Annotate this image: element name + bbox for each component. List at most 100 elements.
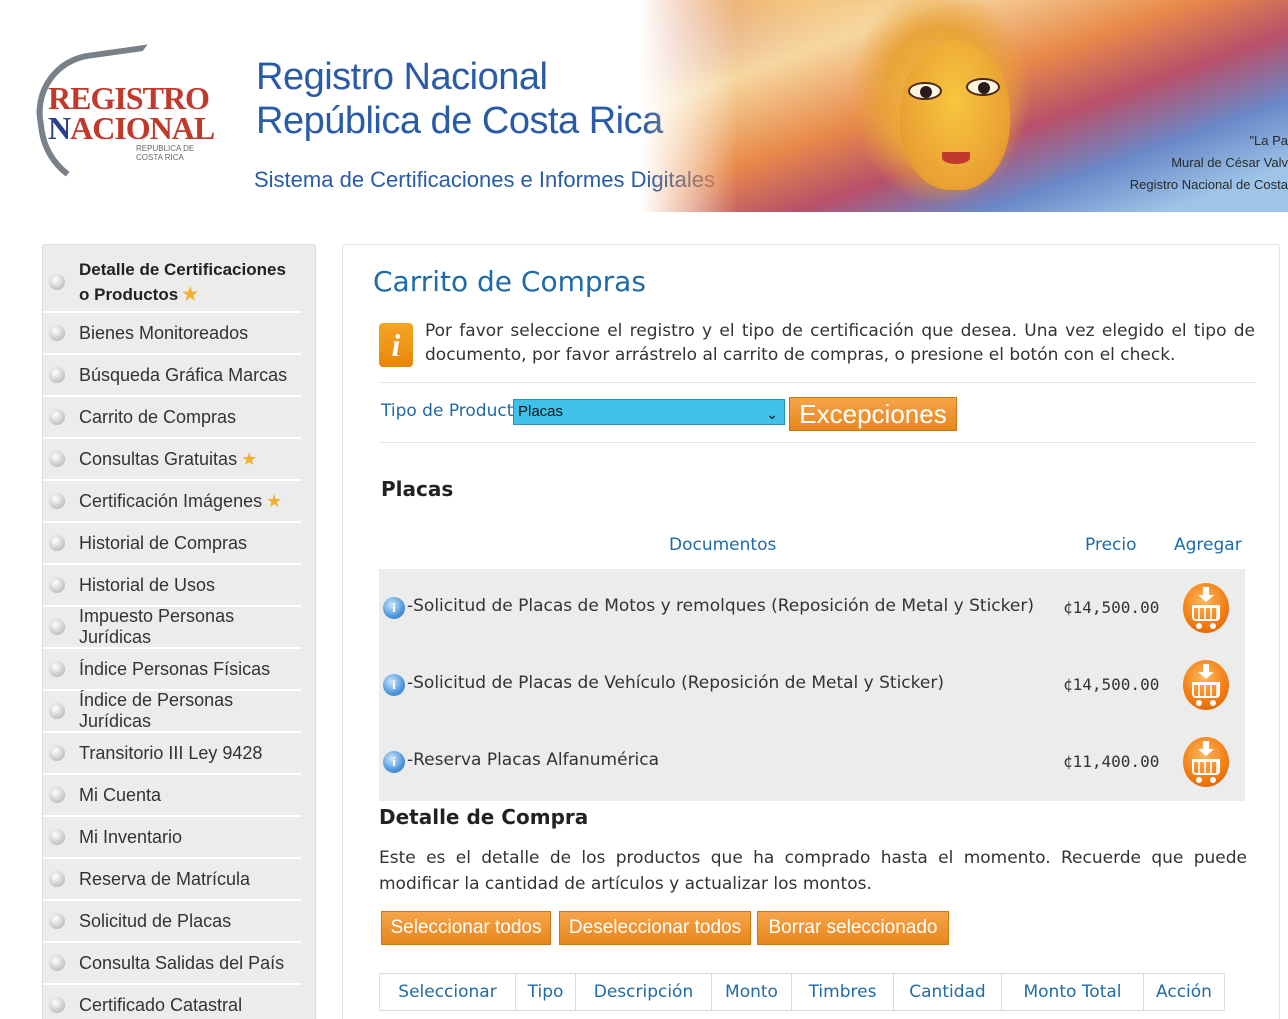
bullet-icon [49,955,65,971]
column-header-monto-total[interactable]: Monto Total [1002,974,1144,1010]
document-price: ¢14,500.00 [1063,598,1160,617]
sidebar-item-label: Detalle de Certificaciones o Productos ★ [79,259,286,304]
document-price: ¢14,500.00 [1063,675,1160,694]
sidebar-item-impuesto-personas-juridicas[interactable]: Impuesto Personas Jurídicas [43,606,301,649]
column-header-tipo[interactable]: Tipo [516,974,576,1010]
product-filter-row: Tipo de Producto Placas ⌄ Excepciones [379,395,1255,443]
purchase-detail-text: Este es el detalle de los productos que … [379,848,1247,894]
bullet-icon [49,829,65,845]
select-all-button[interactable]: Seleccionar todos [381,911,551,945]
sidebar-item-certificado-catastral[interactable]: Certificado Catastral [43,985,301,1019]
sidebar-item-mi-inventario[interactable]: Mi Inventario [43,817,301,859]
star-icon: ★ [266,490,283,511]
sidebar-item-transitorio-ley[interactable]: Transitorio III Ley 9428 [43,733,301,775]
sidebar-item-busqueda-grafica-marcas[interactable]: Búsqueda Gráfica Marcas [43,355,301,397]
column-header-accion[interactable]: Acción [1144,974,1224,1010]
sidebar-item-label: Impuesto Personas Jurídicas [79,606,235,647]
table-row: i -Solicitud de Placas de Motos y remolq… [379,569,1245,646]
sidebar-item-label: Mi Inventario [79,826,183,847]
section-title-placas: Placas [381,477,454,501]
documents-header: Documentos Precio Agregar [379,535,1245,565]
column-header-descripcion[interactable]: Descripción [576,974,712,1010]
sidebar-item-label: Mi Cuenta [79,784,162,805]
site-header: REGISTRO NACIONAL REPUBLICA DE COSTA RICA… [0,0,1288,212]
bullet-icon [49,787,65,803]
excepciones-button[interactable]: Excepciones [789,397,957,431]
bullet-icon [49,409,65,425]
sidebar-item-certificacion-imagenes[interactable]: Certificación Imágenes ★ [43,481,301,523]
sidebar-item-label: Historial de Usos [79,574,216,595]
bullet-icon [49,913,65,929]
bullet-icon [49,451,65,467]
sidebar-item-historial-usos[interactable]: Historial de Usos [43,565,301,607]
sidebar-item-label: Índice Personas Físicas [79,658,271,679]
bullet-icon [49,367,65,383]
sidebar-item-label: Certificado Catastral [79,994,243,1015]
site-title: Registro Nacional República de Costa Ric… [256,56,663,142]
info-icon: i [379,323,413,367]
sidebar-item-historial-compras[interactable]: Historial de Compras [43,523,301,565]
bullet-icon [49,325,65,341]
info-circle-icon[interactable]: i [383,597,405,619]
sidebar-item-label: Consultas Gratuitas [79,448,238,469]
sidebar-item-indice-personas-juridicas[interactable]: Índice de Personas Jurídicas [43,690,301,733]
price-column-header: Precio [1085,535,1137,555]
product-type-select[interactable]: Placas ⌄ [513,399,785,425]
deselect-all-button[interactable]: Deseleccionar todos [559,911,751,945]
delete-selected-button[interactable]: Borrar seleccionado [757,911,949,945]
documents-column-header: Documentos [669,535,777,555]
bullet-icon [49,661,65,677]
star-icon: ★ [241,448,258,469]
sidebar-item-label: Bienes Monitoreados [79,322,249,343]
sidebar-item-label: Índice de Personas Jurídicas [79,690,234,731]
bullet-icon [49,493,65,509]
info-circle-icon[interactable]: i [383,674,405,696]
page-title: Carrito de Compras [373,265,646,298]
sidebar-item-consultas-gratuitas[interactable]: Consultas Gratuitas ★ [43,439,301,481]
sidebar-item-label: Certificación Imágenes [79,490,263,511]
column-header-monto[interactable]: Monto [712,974,792,1010]
sidebar-item-solicitud-placas[interactable]: Solicitud de Placas [43,901,301,943]
column-header-seleccionar[interactable]: Seleccionar [380,974,516,1010]
sidebar-item-label: Consulta Salidas del País [79,952,285,973]
sidebar-item-mi-cuenta[interactable]: Mi Cuenta [43,775,301,817]
bullet-icon [49,997,65,1013]
product-type-label: Tipo de Producto [381,401,524,421]
sidebar-item-label: Búsqueda Gráfica Marcas [79,364,288,385]
sidebar-item-detalle-certificaciones[interactable]: Detalle de Certificaciones o Productos ★ [43,253,301,313]
info-text: Por favor seleccione el registro y el ti… [425,321,1255,365]
mural-caption: "La Pa Mural de César Valv Registro Naci… [1129,133,1288,192]
add-column-header: Agregar [1174,535,1242,555]
sidebar-item-bienes-monitoreados[interactable]: Bienes Monitoreados [43,313,301,355]
main-panel: Carrito de Compras i Por favor seleccion… [342,244,1280,1019]
sidebar-item-label: Reserva de Matrícula [79,868,251,889]
bullet-icon [49,745,65,761]
column-header-cantidad[interactable]: Cantidad [894,974,1002,1010]
bullet-icon [49,535,65,551]
add-to-cart-button[interactable] [1183,660,1229,710]
sidebar-nav: Detalle de Certificaciones o Productos ★ … [42,244,316,1019]
add-to-cart-button[interactable] [1183,737,1229,787]
document-description: -Reserva Placas Alfanumérica [407,750,660,770]
document-price: ¢11,400.00 [1063,752,1160,771]
bullet-icon [49,577,65,593]
sidebar-item-carrito-compras[interactable]: Carrito de Compras [43,397,301,439]
add-to-cart-button[interactable] [1183,583,1229,633]
bullet-icon [49,274,65,290]
bullet-icon [49,871,65,887]
sidebar-item-reserva-matricula[interactable]: Reserva de Matrícula [43,859,301,901]
sidebar-item-label: Historial de Compras [79,532,248,553]
table-row: i -Reserva Placas Alfanumérica ¢11,400.0… [379,723,1245,800]
info-circle-icon[interactable]: i [383,751,405,773]
document-description: -Solicitud de Placas de Vehículo (Reposi… [407,673,944,693]
bullet-icon [49,619,65,635]
document-description: -Solicitud de Placas de Motos y remolque… [407,596,1034,616]
sidebar-item-consulta-salidas-pais[interactable]: Consulta Salidas del País [43,943,301,985]
sidebar-item-label: Carrito de Compras [79,406,237,427]
documents-table: i -Solicitud de Placas de Motos y remolq… [379,569,1245,801]
column-header-timbres[interactable]: Timbres [792,974,894,1010]
chevron-down-icon: ⌄ [766,406,778,422]
logo-subtext: REPUBLICA DE COSTA RICA [136,144,195,162]
sidebar-item-indice-personas-fisicas[interactable]: Índice Personas Físicas [43,649,301,691]
registro-nacional-logo[interactable]: REGISTRO NACIONAL REPUBLICA DE COSTA RICA [28,44,218,200]
